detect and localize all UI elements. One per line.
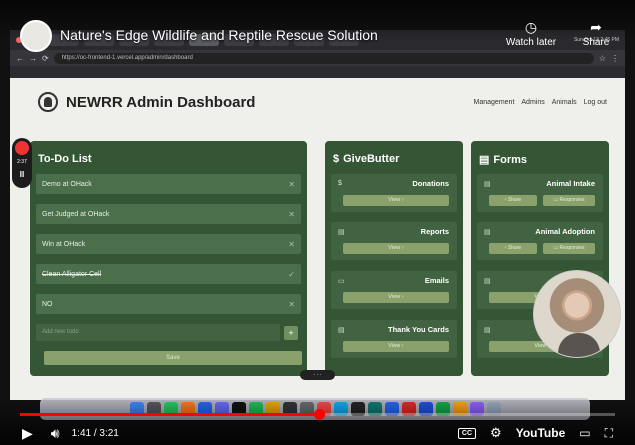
settings-gear-icon[interactable]: ⚙	[490, 425, 502, 441]
delete-icon[interactable]: ✕	[288, 210, 295, 219]
progress-fill	[20, 413, 319, 416]
checkmark-icon[interactable]: ✓	[288, 270, 295, 279]
page-title: NEWRR Admin Dashboard	[66, 93, 256, 111]
fullscreen-icon[interactable]: ⛶	[605, 426, 613, 441]
chat-icon: ▭	[338, 278, 345, 285]
dollar-icon: $	[338, 180, 342, 187]
player-controls: ▶ 🔊︎ 1:41 / 3:21 CC ⚙ YouTube ▭ ⛶	[0, 422, 635, 444]
watch-later-button[interactable]: ◷ Watch later	[500, 19, 562, 48]
todo-item[interactable]: Win at OHack ✕	[36, 234, 301, 254]
forms-title: ▤ Forms	[479, 153, 528, 167]
document-icon: ▤	[484, 229, 491, 236]
captions-button[interactable]: CC	[457, 427, 477, 439]
volume-icon[interactable]: 🔊︎	[51, 425, 60, 442]
new-todo-input[interactable]: Add new todo	[36, 324, 280, 341]
back-icon[interactable]: ←	[16, 54, 24, 63]
nav-animals[interactable]: Animals	[552, 99, 577, 106]
donations-tile: $ Donations View ›	[331, 174, 457, 212]
play-icon[interactable]: ▶	[22, 425, 33, 442]
bookmark-star-icon[interactable]: ☆	[599, 54, 606, 63]
form-icon: ▤	[479, 154, 490, 166]
address-bar: ← → ⟳ https://oc-frontend-1.vercel.app/a…	[10, 50, 625, 66]
emails-tile: ▭ Emails View ›	[331, 271, 457, 309]
todo-item[interactable]: Demo at OHack ✕	[36, 174, 301, 194]
share-button[interactable]: ➦ Share	[576, 19, 616, 48]
document-icon: ▤	[484, 327, 491, 334]
player-right-controls: CC ⚙ YouTube ▭ ⛶	[457, 425, 613, 441]
todo-item-completed[interactable]: Clean Alligator Cell ✓	[36, 264, 301, 284]
todo-card: To-Do List Demo at OHack ✕ Get Judged at …	[30, 141, 307, 376]
share-adoption-button[interactable]: ‹ Share	[489, 243, 537, 254]
givebutter-card: $ GiveButter $ Donations View › ▤ Reports…	[325, 141, 463, 376]
url-input[interactable]: https://oc-frontend-1.vercel.app/admin/d…	[53, 52, 594, 64]
top-nav: Management Admins Animals Log out	[474, 99, 607, 106]
dashboard-page: NEWRR Admin Dashboard Management Admins …	[10, 78, 625, 400]
document-icon: ▤	[338, 327, 345, 334]
view-reports-button[interactable]: View ›	[343, 243, 449, 254]
app-header: NEWRR Admin Dashboard Management Admins …	[10, 78, 625, 126]
view-emails-button[interactable]: View ›	[343, 292, 449, 303]
clock-icon: ◷	[524, 19, 538, 35]
bookmarks-bar	[10, 66, 625, 78]
share-intake-button[interactable]: ‹ Share	[489, 195, 537, 206]
view-donations-button[interactable]: View ›	[343, 195, 449, 206]
save-button[interactable]: Save	[44, 351, 302, 365]
responses-adoption-button[interactable]: ▭ Responses	[543, 243, 595, 254]
scrubber-handle[interactable]	[313, 409, 325, 420]
forward-icon[interactable]: →	[29, 54, 37, 63]
nav-logout[interactable]: Log out	[584, 99, 607, 106]
stop-recording-icon[interactable]	[15, 141, 29, 155]
delete-icon[interactable]: ✕	[288, 240, 295, 249]
view-thank-you-cards-button[interactable]: View ›	[343, 341, 449, 352]
rescue-logo-icon	[38, 92, 58, 112]
recording-time: 2:37	[17, 159, 27, 165]
givebutter-title: $ GiveButter	[333, 153, 400, 165]
video-title[interactable]: Nature's Edge Wildlife and Reptile Rescu…	[60, 27, 378, 43]
thank-you-cards-tile: ▤ Thank You Cards View ›	[331, 320, 457, 358]
responses-intake-button[interactable]: ▭ Responses	[543, 195, 595, 206]
nav-management[interactable]: Management	[474, 99, 515, 106]
dollar-icon: $	[333, 153, 340, 165]
animal-intake-tile: ▤ Animal Intake ‹ Share ▭ Responses	[477, 174, 603, 212]
pause-recording-icon[interactable]: II	[13, 170, 31, 179]
add-todo-button[interactable]: +	[284, 326, 298, 340]
time-display: 1:41 / 3:21	[71, 427, 119, 439]
webcam-overlay	[533, 270, 621, 358]
youtube-logo[interactable]: YouTube	[516, 426, 566, 440]
recorder-mini-controls[interactable]: ◦ ◦ ◦	[300, 370, 335, 380]
reload-icon[interactable]: ⟳	[42, 54, 49, 63]
video-frame: Sun Oct 13 2:45 PM ← → ⟳ https://oc-fron…	[0, 0, 635, 445]
delete-icon[interactable]: ✕	[288, 180, 295, 189]
share-arrow-icon: ➦	[590, 19, 602, 35]
document-icon: ▤	[484, 278, 491, 285]
delete-icon[interactable]: ✕	[288, 300, 295, 309]
todo-item[interactable]: NO ✕	[36, 294, 301, 314]
cast-icon[interactable]: ▭	[579, 426, 590, 440]
document-icon: ▤	[338, 229, 345, 236]
todo-item[interactable]: Get Judged at OHack ✕	[36, 204, 301, 224]
animal-adoption-tile: ▤ Animal Adoption ‹ Share ▭ Responses	[477, 222, 603, 260]
document-icon: ▤	[484, 181, 491, 188]
nav-admins[interactable]: Admins	[521, 99, 544, 106]
recorder-widget: 2:37 II	[12, 138, 32, 188]
channel-avatar[interactable]	[20, 20, 52, 52]
bookmark-item[interactable]	[16, 69, 17, 75]
todo-title: To-Do List	[38, 153, 92, 165]
extensions-icon[interactable]: ⋮	[611, 54, 619, 63]
reports-tile: ▤ Reports View ›	[331, 222, 457, 260]
progress-bar[interactable]	[20, 409, 615, 420]
